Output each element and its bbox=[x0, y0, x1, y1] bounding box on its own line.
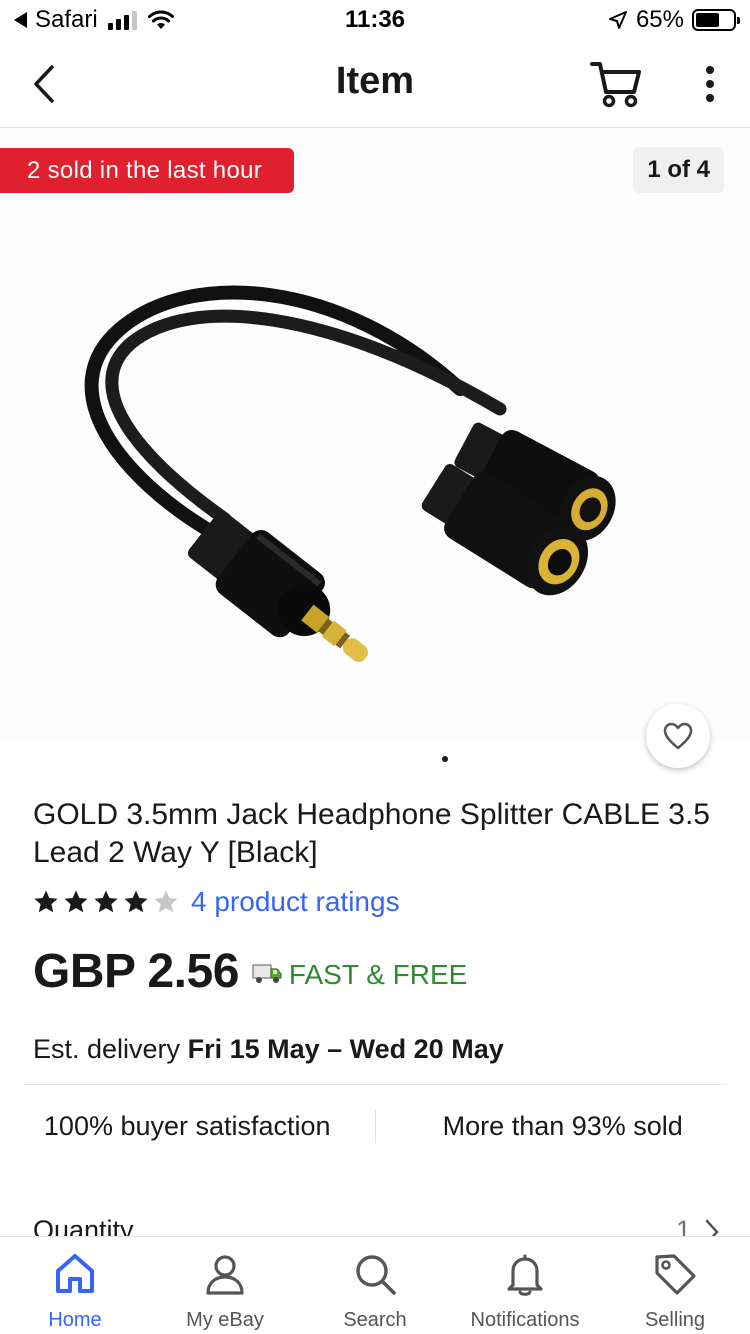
image-gallery[interactable]: 2 sold in the last hour 1 of 4 bbox=[0, 129, 750, 741]
status-bar: Safari 11:36 65% bbox=[0, 0, 750, 40]
delivery-truck-icon bbox=[252, 963, 282, 983]
tab-selling[interactable]: Selling bbox=[600, 1237, 750, 1334]
divider bbox=[24, 1084, 726, 1085]
delivery-dates: Fri 15 May – Wed 20 May bbox=[187, 1034, 504, 1064]
home-icon bbox=[56, 1254, 94, 1293]
ratings-link[interactable]: 4 product ratings bbox=[191, 886, 400, 918]
tab-my-ebay[interactable]: My eBay bbox=[150, 1237, 300, 1334]
price-row: GBP 2.56 FAST & FREE bbox=[33, 944, 467, 999]
rating-row[interactable]: 4 product ratings bbox=[33, 882, 400, 922]
star-empty-icon bbox=[154, 890, 178, 913]
sold-badge: 2 sold in the last hour bbox=[0, 148, 295, 193]
tab-search[interactable]: Search bbox=[300, 1237, 450, 1334]
tab-label-notifications: Notifications bbox=[470, 1309, 580, 1331]
battery-percent: 65% bbox=[635, 6, 684, 33]
image-counter: 1 of 4 bbox=[633, 147, 724, 193]
watch-button[interactable] bbox=[646, 704, 710, 768]
star-filled-icon bbox=[34, 890, 58, 913]
buyer-satisfaction: 100% buyer satisfaction bbox=[43, 1110, 331, 1141]
nav-bar: Item bbox=[0, 40, 750, 128]
search-icon bbox=[356, 1255, 396, 1295]
shipping-label: FAST & FREE bbox=[288, 958, 468, 990]
star-rating bbox=[33, 889, 183, 915]
price: GBP 2.56 bbox=[33, 945, 239, 998]
star-filled-icon bbox=[64, 890, 88, 913]
seller-stats: 100% buyer satisfaction More than 93% so… bbox=[0, 1100, 750, 1152]
tab-label-my-ebay: My eBay bbox=[186, 1309, 264, 1331]
cart-button[interactable] bbox=[588, 58, 644, 110]
tag-icon bbox=[655, 1254, 696, 1295]
delivery-prefix: Est. delivery bbox=[33, 1034, 181, 1064]
heart-icon bbox=[663, 722, 693, 750]
tab-label-home: Home bbox=[48, 1309, 102, 1331]
page-dot-indicator bbox=[442, 756, 448, 762]
battery-fill bbox=[696, 13, 720, 27]
product-title: GOLD 3.5mm Jack Headphone Splitter CABLE… bbox=[33, 798, 710, 869]
bell-icon bbox=[507, 1254, 543, 1296]
tab-home[interactable]: Home bbox=[0, 1237, 150, 1334]
more-options-button[interactable] bbox=[690, 62, 730, 106]
battery-icon bbox=[692, 9, 740, 31]
location-arrow-icon bbox=[608, 11, 627, 29]
tab-bar: Home My eBay Search Notifications Sellin… bbox=[0, 1236, 750, 1334]
status-bar-right: 65% bbox=[608, 6, 740, 34]
user-icon bbox=[206, 1255, 244, 1295]
tab-notifications[interactable]: Notifications bbox=[450, 1237, 600, 1334]
star-filled-icon bbox=[94, 890, 118, 913]
product-image[interactable] bbox=[60, 239, 700, 739]
star-filled-icon bbox=[124, 890, 148, 913]
tab-label-selling: Selling bbox=[644, 1309, 706, 1331]
tab-label-search: Search bbox=[343, 1309, 407, 1331]
percent-sold: More than 93% sold bbox=[442, 1110, 683, 1141]
cart-icon bbox=[590, 62, 641, 108]
estimated-delivery: Est. delivery Fri 15 May – Wed 20 May bbox=[33, 1034, 504, 1065]
